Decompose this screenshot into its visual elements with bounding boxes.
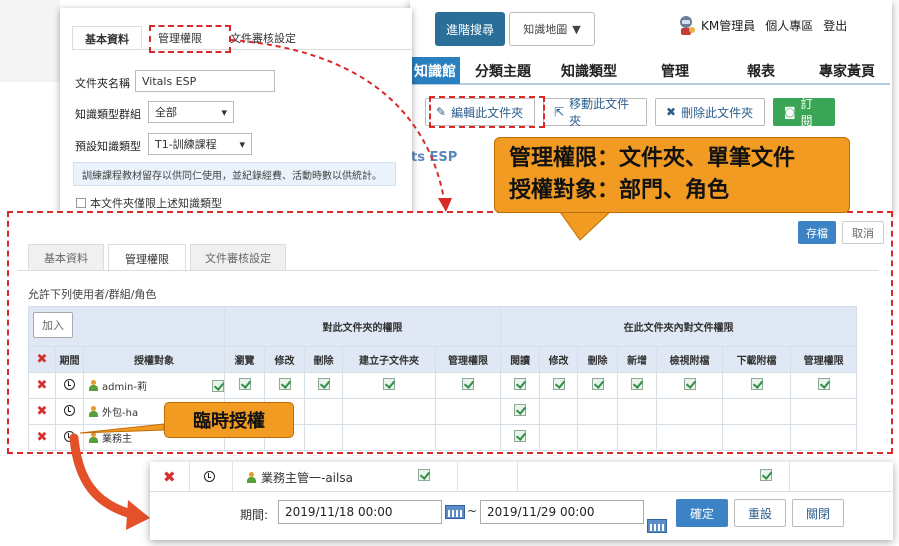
- zoom-checkbox[interactable]: [418, 469, 430, 484]
- remove-row-button[interactable]: ✖: [163, 468, 176, 486]
- close-button[interactable]: 關閉: [792, 499, 844, 527]
- end-date-input[interactable]: 2019/11/29 00:00: [480, 500, 644, 524]
- zoom-user-name: 業務主管一-ailsa: [261, 471, 353, 485]
- reset-button[interactable]: 重設: [734, 499, 786, 527]
- temp-auth-callout: 臨時授權: [164, 402, 294, 438]
- confirm-button[interactable]: 確定: [676, 499, 728, 527]
- callout-line-2: 授權對象：部門、角色: [509, 178, 730, 203]
- date-range-separator: ~: [467, 504, 478, 518]
- period-label: 期間:: [240, 508, 269, 522]
- start-date-input[interactable]: 2019/11/18 00:00: [278, 500, 442, 524]
- user-icon: [246, 472, 256, 483]
- permission-callout: 管理權限：文件夾、單筆文件 授權對象：部門、角色: [494, 137, 850, 213]
- period-button[interactable]: [204, 471, 215, 485]
- zoom-checkbox[interactable]: [760, 469, 772, 484]
- zoom-user: 業務主管一-ailsa: [246, 469, 353, 486]
- zoom-cell: [458, 462, 518, 492]
- delete-x-icon: ✖: [163, 468, 176, 486]
- check-icon: [418, 469, 430, 481]
- calendar-icon[interactable]: [445, 505, 465, 519]
- callout-line-1: 管理權限：文件夾、單筆文件: [509, 146, 796, 171]
- calendar-icon[interactable]: [647, 519, 667, 533]
- clock-icon: [204, 471, 215, 482]
- check-icon: [760, 469, 772, 481]
